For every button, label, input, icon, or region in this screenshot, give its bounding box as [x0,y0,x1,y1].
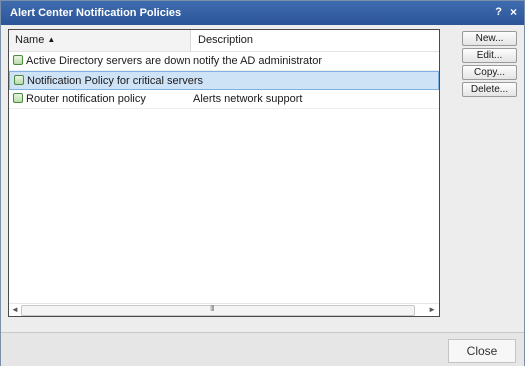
new-button[interactable]: New... [462,31,517,46]
policy-icon [13,55,23,65]
scroll-right-icon[interactable]: ► [428,304,436,316]
column-header-name-label: Name [15,34,45,46]
policy-list[interactable]: Name ▲ Description Active Directory serve… [8,29,440,317]
horizontal-scrollbar[interactable]: ◄ III ► [9,303,439,316]
notification-policies-dialog: Alert Center Notification Policies ? × N… [0,0,525,366]
table-row[interactable]: Active Directory servers are down notify… [9,52,439,71]
policy-icon [14,75,24,85]
table-row[interactable]: Router notification policy Alerts networ… [9,90,439,109]
scrollbar-grip-icon: III [210,304,215,313]
title-bar[interactable]: Alert Center Notification Policies ? × [1,1,524,25]
row-name-cell: Router notification policy [13,90,193,108]
close-button[interactable]: Close [448,339,516,363]
table-row-selected[interactable]: Notification Policy for critical servers [9,71,439,90]
list-header: Name ▲ Description [9,30,439,52]
column-header-description-label: Description [198,34,254,46]
scrollbar-thumb[interactable]: III [21,304,415,316]
row-name-cell: Active Directory servers are down [13,52,193,70]
row-name: Router notification policy [26,93,146,105]
row-description: Alerts network support [193,93,303,105]
close-icon[interactable]: × [510,5,517,19]
copy-button[interactable]: Copy... [462,65,517,80]
scroll-left-icon[interactable]: ◄ [11,304,19,316]
sort-ascending-icon: ▲ [47,35,56,44]
row-name-cell: Notification Policy for critical servers [14,72,203,90]
window-title: Alert Center Notification Policies [10,7,182,19]
policy-icon [13,93,23,103]
row-name: Notification Policy for critical servers [27,75,204,87]
row-description: notify the AD administrator [193,55,323,67]
dialog-footer [1,332,524,366]
row-name: Active Directory servers are down [26,55,191,67]
help-icon[interactable]: ? [495,6,502,18]
column-header-description[interactable]: Description [192,30,439,51]
column-header-name[interactable]: Name ▲ [9,30,191,51]
delete-button[interactable]: Delete... [462,82,517,97]
edit-button[interactable]: Edit... [462,48,517,63]
